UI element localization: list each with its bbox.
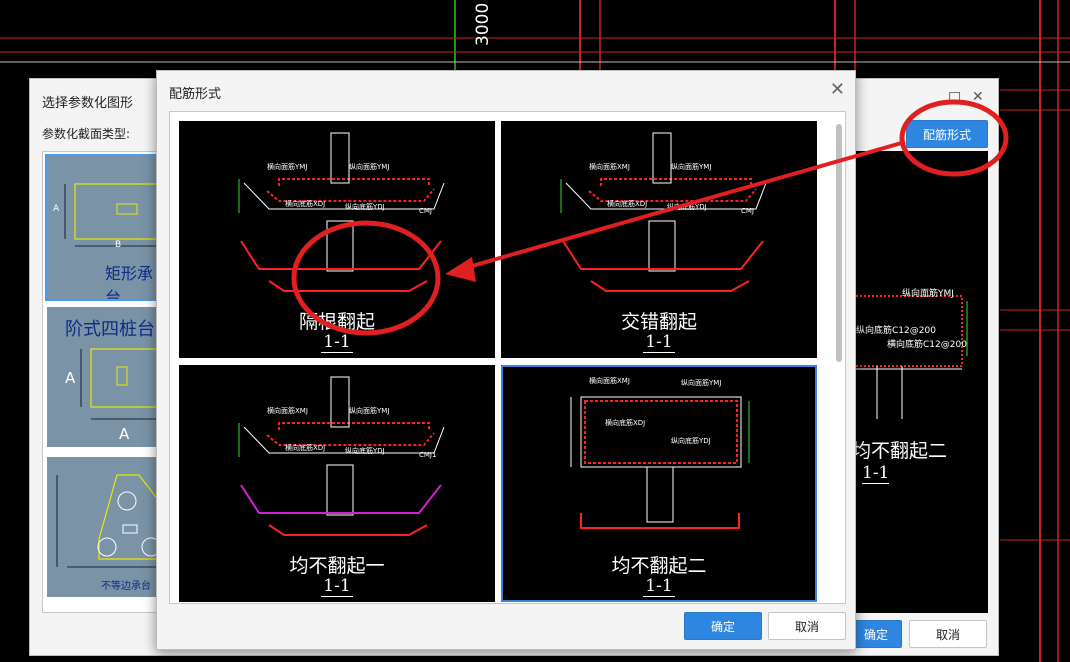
shape-thumb-label: 不等边承台 (101, 581, 151, 592)
dialog-title: 选择参数化图形 (42, 96, 134, 111)
rebar-option-card[interactable]: 横向面筋YMJ 纵向面筋YMJ 横向底筋XDJ 纵向底筋YDJ CMJ 隔根翻起 1-1 (179, 121, 495, 358)
rebar-label: 纵向面筋YMJ (349, 162, 389, 171)
rebar-label: CMJ1 (419, 451, 436, 459)
maximize-icon[interactable]: □ (948, 89, 961, 105)
preview-label: 横向底筋C12@200 (887, 340, 967, 350)
dim-label-a2: A (119, 425, 130, 443)
rebar-label: 纵向底筋YDJ (671, 436, 711, 445)
rebar-option-section: 1-1 (643, 332, 675, 353)
back-cancel-button[interactable]: 取消 (909, 620, 987, 648)
rebar-label: 横向底筋XDJ (285, 199, 325, 208)
dim-label-b: B (115, 240, 122, 250)
close-icon[interactable]: ✕ (830, 79, 845, 100)
rebar-label: 纵向面筋YMJ (671, 162, 711, 171)
rebar-label: 横向面筋XMJ (589, 162, 630, 171)
rebar-option-card[interactable]: 横向面筋XMJ 纵向面筋YMJ 横向底筋XDJ 纵向底筋YDJ CMJ 交错翻起 1-1 (501, 121, 817, 358)
shape-thumb-label: 阶式四桩台 (65, 319, 155, 340)
rebar-label: 纵向底筋YDJ (345, 446, 385, 455)
rebar-option-name: 隔根翻起 (298, 311, 375, 333)
rebar-option-card[interactable]: 横向面筋XMJ 纵向面筋YMJ 横向底筋XDJ 纵向底筋YDJ CMJ1 均不翻起一 1-1 (179, 365, 495, 602)
shape-thumb-stepped[interactable]: 阶式四桩台 A A (47, 307, 161, 447)
ok-button[interactable]: 确定 (684, 612, 762, 640)
dim-label-a: A (65, 369, 76, 387)
rebar-section-diagram: 横向面筋XMJ 纵向面筋YMJ 横向底筋XDJ 纵向底筋YDJ (570, 376, 750, 529)
rebar-label: 横向底筋XDJ (607, 199, 647, 208)
rebar-preview: 纵向面筋YMJ 纵向底筋C12@200 横向底筋C12@200 均不翻起二 1-… (851, 151, 988, 613)
rebar-label: 纵向面筋YMJ (681, 378, 721, 387)
dialog-title: 配筋形式 (169, 87, 222, 102)
rebar-label: CMJ (741, 207, 754, 215)
rebar-option-card[interactable]: 横向面筋XMJ 纵向面筋YMJ 横向底筋XDJ 纵向底筋YDJ 均不翻起二 1-1 (501, 365, 817, 602)
preview-label: 纵向面筋YMJ (902, 289, 954, 299)
rebar-option-section: 1-1 (643, 576, 675, 597)
vertical-scrollbar[interactable] (834, 120, 844, 600)
rebar-label: 横向面筋XMJ (267, 406, 308, 415)
preview-label: 纵向底筋C12@200 (856, 326, 936, 336)
rebar-option-section: 1-1 (321, 576, 353, 597)
rebar-form-button[interactable]: 配筋形式 (906, 120, 988, 148)
dim-label-a: A (53, 204, 60, 214)
rebar-label: 纵向面筋YMJ (349, 406, 389, 415)
preview-section: 1-1 (862, 463, 890, 484)
rebar-label: 横向底筋XDJ (285, 443, 325, 452)
section-type-label: 参数化截面类型: (42, 127, 131, 141)
rebar-label: 纵向底筋YDJ (667, 202, 707, 211)
shape-thumb-unequal[interactable]: 不等边承台 (47, 457, 161, 597)
rebar-option-name: 交错翻起 (620, 311, 697, 333)
rebar-section-diagram: 横向面筋XMJ 纵向面筋YMJ 横向底筋XDJ 纵向底筋YDJ CMJ1 (238, 376, 445, 536)
preview-name: 均不翻起二 (852, 440, 948, 462)
unequal-shape-diagram (56, 474, 161, 568)
rebar-option-name: 均不翻起一 (289, 555, 385, 577)
rebar-section-diagram: 横向面筋XMJ 纵向面筋YMJ 横向底筋XDJ 纵向底筋YDJ CMJ (560, 132, 767, 292)
rebar-option-name: 均不翻起二 (611, 555, 707, 577)
rebar-option-section: 1-1 (321, 332, 353, 353)
rebar-label: 横向面筋XMJ (589, 376, 630, 385)
back-ok-button[interactable]: 确定 (850, 620, 902, 648)
cad-dimension-label: 3000 (473, 2, 493, 46)
cancel-button[interactable]: 取消 (768, 612, 846, 640)
preview-diagram (851, 295, 968, 419)
rebar-option-grid[interactable]: 横向面筋YMJ 纵向面筋YMJ 横向底筋XDJ 纵向底筋YDJ CMJ 隔根翻起 1-1 横… (169, 111, 846, 604)
rebar-label: 横向底筋XDJ (605, 418, 645, 427)
scrollbar-thumb[interactable] (836, 124, 842, 362)
shape-thumb-label: 矩形承台 (105, 264, 154, 299)
rebar-label: 纵向底筋YDJ (345, 202, 385, 211)
shape-thumb-rect[interactable]: A B 矩形承台 (45, 154, 163, 301)
rebar-label: 横向面筋YMJ (267, 162, 307, 171)
shape-type-list[interactable]: A B 矩形承台 阶式四桩台 A A 不等边承台 (42, 151, 164, 613)
close-icon[interactable]: ✕ (972, 89, 984, 105)
rebar-section-diagram: 横向面筋YMJ 纵向面筋YMJ 横向底筋XDJ 纵向底筋YDJ CMJ (238, 132, 445, 292)
rebar-form-dialog: 配筋形式 ✕ 横向面筋YMJ 纵向面筋YMJ 横向底筋XDJ 纵向底筋YDJ CMJ 隔根… (156, 70, 856, 650)
rebar-label: CMJ (419, 207, 432, 215)
